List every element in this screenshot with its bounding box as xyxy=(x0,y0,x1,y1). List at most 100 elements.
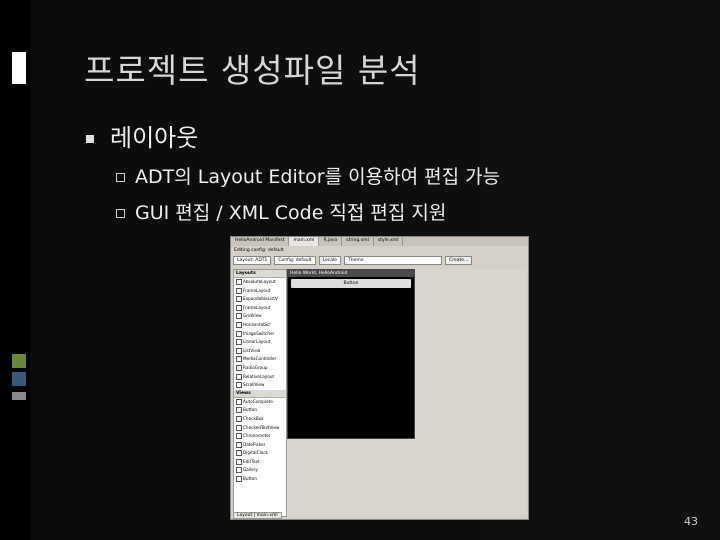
palette-layouts-label: ListView xyxy=(243,347,261,353)
palette-layouts-item[interactable]: ImageSwitcher xyxy=(234,330,286,339)
palette-views-item[interactable]: EditText xyxy=(234,458,286,467)
widget-icon xyxy=(236,279,242,285)
create-button[interactable]: Create... xyxy=(445,255,473,265)
tab-manifest[interactable]: HelloAndroid Manifest xyxy=(231,237,290,246)
config-bar: Editing config: default xyxy=(234,248,284,253)
page-number: 43 xyxy=(684,515,698,528)
slide-sidebar xyxy=(0,0,30,540)
palette-layouts-item[interactable]: RadioGroup xyxy=(234,364,286,373)
widget-icon xyxy=(236,313,242,320)
bullet-level2-1: ADT의 Layout Editor를 이용하여 편집 가능 xyxy=(116,162,500,189)
palette-layouts-item[interactable]: FrameLayout xyxy=(234,304,286,313)
palette-layouts-label: ScrollView xyxy=(243,382,265,388)
widget-palette: Layouts AbsoluteLayout FrameLayout Expanda… xyxy=(233,269,287,517)
palette-views-label: CheckBox xyxy=(243,415,264,421)
palette-layouts-header[interactable]: Layouts xyxy=(234,270,286,278)
locale-select[interactable]: Locale xyxy=(318,255,342,265)
palette-layouts-label: ImageSwitcher xyxy=(243,330,275,336)
layout-canvas: Hello World, HelloAndroid Button xyxy=(287,269,527,515)
palette-layouts-label: RadioGroup xyxy=(243,364,268,370)
palette-views-item[interactable]: Chronometer xyxy=(234,432,286,441)
palette-views-label: Button xyxy=(243,476,258,482)
palette-layouts-label: HorizontalScr xyxy=(243,321,272,327)
widget-icon xyxy=(236,382,242,389)
widget-icon xyxy=(236,296,242,303)
sidebar-accent-green xyxy=(12,354,26,368)
palette-layouts-label: RelativeLayout xyxy=(243,373,275,379)
palette-views-item[interactable]: Button xyxy=(234,475,286,484)
palette-views-item[interactable]: AutoComplete xyxy=(234,398,286,407)
palette-views-item[interactable]: Gallery xyxy=(234,466,286,475)
palette-layouts-label: LinearLayout xyxy=(243,339,271,345)
widget-icon xyxy=(236,339,242,346)
palette-layouts-item[interactable]: AbsoluteLayout xyxy=(234,278,286,287)
bullet-adt-text: ADT의 Layout Editor를 이용하여 편집 가능 xyxy=(135,166,501,188)
widget-icon xyxy=(236,364,242,371)
palette-layouts-item[interactable]: LinearLayout xyxy=(234,338,286,347)
palette-views-item[interactable]: DatePicker xyxy=(234,441,286,450)
bullet-square-icon xyxy=(86,135,94,143)
tab-string-xml[interactable]: string.xml xyxy=(342,237,374,246)
sidebar-accent-gray xyxy=(12,392,26,400)
palette-views-label: CheckedTextView xyxy=(243,424,280,430)
palette-views-label: Chronometer xyxy=(243,433,271,439)
widget-icon xyxy=(236,321,242,328)
palette-layouts-item[interactable]: ExpandableListV xyxy=(234,295,286,304)
theme-select[interactable]: Theme xyxy=(344,255,443,265)
widget-icon xyxy=(236,415,242,422)
palette-layouts-label: FrameLayout xyxy=(243,287,271,293)
palette-layouts-item[interactable]: ScrollView xyxy=(234,381,286,390)
palette-layouts-item[interactable]: ListView xyxy=(234,347,286,356)
palette-layouts-item[interactable]: HorizontalScr xyxy=(234,321,286,330)
bullet-hollow-square-icon xyxy=(116,209,125,218)
palette-layouts-item[interactable]: FrameLayout xyxy=(234,287,286,296)
widget-icon xyxy=(236,347,242,354)
palette-views-item[interactable]: CheckedTextView xyxy=(234,424,286,433)
widget-icon xyxy=(236,373,242,380)
tab-main-xml[interactable]: main.xml xyxy=(289,237,320,246)
editor-bottom-tab[interactable]: Layout | main.xml xyxy=(233,512,282,519)
widget-icon xyxy=(236,304,242,311)
palette-views-list: AutoComplete Button CheckBox CheckedTextVie… xyxy=(234,398,286,484)
palette-views-header[interactable]: Views xyxy=(234,389,286,398)
bullet-hollow-square-icon xyxy=(116,173,125,182)
widget-icon xyxy=(236,433,242,440)
bullet-layout-text: 레이아웃 xyxy=(110,124,199,152)
palette-layouts-list: AbsoluteLayout FrameLayout ExpandableListV… xyxy=(234,278,286,390)
palette-views-label: DatePicker xyxy=(243,441,266,447)
widget-icon xyxy=(236,458,242,465)
widget-icon xyxy=(236,287,242,294)
device-button[interactable]: Button xyxy=(291,279,411,288)
palette-views-item[interactable]: Button xyxy=(234,406,286,415)
palette-views-label: Button xyxy=(243,407,258,413)
device-preview: Hello World, HelloAndroid Button xyxy=(287,269,415,439)
layout-editor-screenshot: HelloAndroid Manifest main.xml R.java st… xyxy=(230,236,529,520)
bullet-level2-2: GUI 편집 / XML Code 직접 편집 지원 xyxy=(116,198,446,225)
layout-select[interactable]: Layout: ADT1 xyxy=(233,255,272,265)
palette-layouts-label: ExpandableListV xyxy=(243,296,278,302)
palette-views-item[interactable]: CheckBox xyxy=(234,415,286,424)
palette-layouts-label: FrameLayout xyxy=(243,304,271,310)
widget-icon xyxy=(236,467,242,474)
device-title: Hello World, HelloAndroid xyxy=(288,270,414,277)
palette-layouts-item[interactable]: MediaController xyxy=(234,355,286,364)
palette-layouts-label: GridView xyxy=(243,313,262,319)
palette-layouts-item[interactable]: GridView xyxy=(234,312,286,321)
palette-layouts-label: MediaController xyxy=(243,356,277,362)
widget-icon xyxy=(236,356,242,363)
config-select[interactable]: Config: default xyxy=(274,255,316,265)
widget-icon xyxy=(236,424,242,431)
sidebar-accent-white xyxy=(12,52,26,84)
slide-title: 프로젝트 생성파일 분석 xyxy=(84,51,421,90)
tab-style-xml[interactable]: style.xml xyxy=(374,237,404,246)
widget-icon xyxy=(236,398,242,405)
palette-views-label: EditText xyxy=(243,458,260,464)
tab-r-java[interactable]: R.java xyxy=(319,237,343,246)
palette-layouts-item[interactable]: RelativeLayout xyxy=(234,373,286,382)
editor-tabs: HelloAndroid Manifest main.xml R.java st… xyxy=(231,237,528,246)
palette-views-label: Gallery xyxy=(243,467,258,473)
sidebar-accent-blue xyxy=(12,372,26,386)
palette-views-item[interactable]: DigitalClock xyxy=(234,449,286,458)
palette-views-label: DigitalClock xyxy=(243,450,268,456)
bullet-level1: 레이아웃 xyxy=(86,118,198,153)
